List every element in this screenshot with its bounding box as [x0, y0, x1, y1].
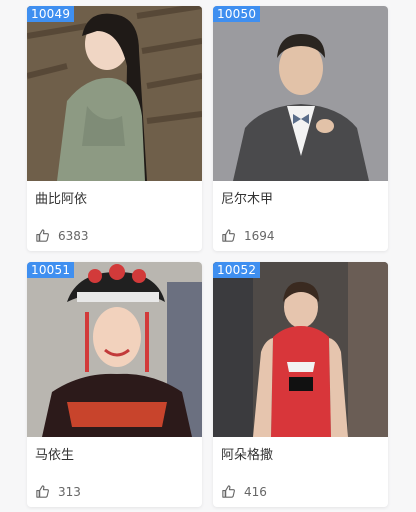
thumbs-up-icon[interactable]	[35, 228, 50, 243]
thumbs-up-icon[interactable]	[221, 484, 236, 499]
like-control[interactable]: 6383	[35, 228, 89, 243]
contestant-photo[interactable]: 10049	[27, 6, 202, 181]
like-count: 6383	[58, 228, 89, 243]
contestant-id-badge: 10052	[213, 262, 261, 278]
contestant-photo[interactable]: 10050	[213, 6, 388, 181]
contestant-id-badge: 10050	[213, 6, 261, 22]
contestant-id-badge: 10051	[27, 262, 75, 278]
contestant-card[interactable]: 10050 尼尔木甲 1694	[213, 6, 388, 251]
contestant-photo[interactable]: 10051	[27, 262, 202, 437]
contestant-name: 马依生	[35, 448, 75, 463]
contestant-name: 阿朵格撒	[221, 448, 274, 463]
contestant-name: 曲比阿依	[35, 192, 88, 207]
portrait-image	[213, 262, 388, 437]
contestant-card[interactable]: 10052 阿朵格撒 416	[213, 262, 388, 507]
contestant-name: 尼尔木甲	[221, 192, 274, 207]
contestant-photo[interactable]: 10052	[213, 262, 388, 437]
portrait-image	[27, 6, 202, 181]
contestant-grid: 10049 曲比阿依 6383 10050 尼尔木甲 1694 10051 马依…	[0, 0, 416, 512]
like-control[interactable]: 1694	[221, 228, 275, 243]
contestant-id-badge: 10049	[27, 6, 75, 22]
like-control[interactable]: 313	[35, 484, 81, 499]
like-count: 313	[58, 484, 81, 499]
portrait-image	[27, 262, 202, 437]
like-count: 1694	[244, 228, 275, 243]
contestant-card[interactable]: 10051 马依生 313	[27, 262, 202, 507]
thumbs-up-icon[interactable]	[221, 228, 236, 243]
like-count: 416	[244, 484, 267, 499]
contestant-card[interactable]: 10049 曲比阿依 6383	[27, 6, 202, 251]
thumbs-up-icon[interactable]	[35, 484, 50, 499]
portrait-image	[213, 6, 388, 181]
like-control[interactable]: 416	[221, 484, 267, 499]
